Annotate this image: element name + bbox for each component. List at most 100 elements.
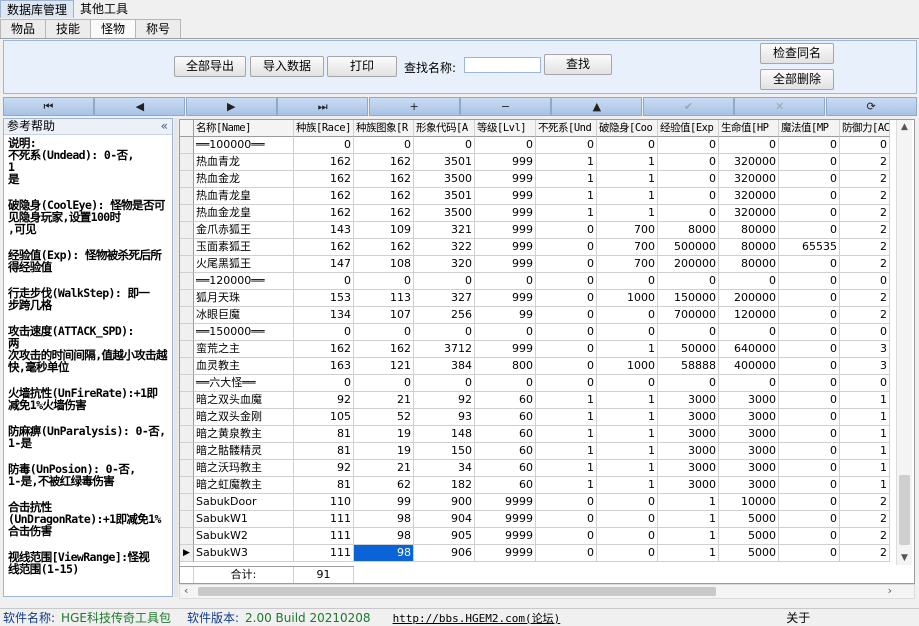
cell-appr[interactable]: 0 <box>414 324 475 341</box>
cell-mp[interactable]: 0 <box>779 341 840 358</box>
vertical-scrollbar[interactable]: ▲ ▼ <box>896 120 912 565</box>
tab-skills[interactable]: 技能 <box>45 19 92 38</box>
menu-other-tools[interactable]: 其他工具 <box>74 0 134 18</box>
cell-appr[interactable]: 0 <box>414 137 475 154</box>
cell-cooleye[interactable]: 700 <box>597 239 658 256</box>
cell-race-img[interactable]: 162 <box>354 239 414 256</box>
cell-hp[interactable]: 5000 <box>719 511 779 528</box>
table-row[interactable]: ▶ SabukW3 111 98 906 9999 0 0 1 5000 0 2 <box>180 545 890 562</box>
column-header-exp[interactable]: 经验值[Exp <box>658 120 719 137</box>
cell-race[interactable]: 162 <box>294 188 354 205</box>
cell-cooleye[interactable]: 0 <box>597 545 658 562</box>
cell-name[interactable]: ══100000══ <box>194 137 294 154</box>
table-row[interactable]: 冰眼巨魔 134 107 256 99 0 0 700000 120000 0 2 <box>180 307 890 324</box>
row-indicator[interactable] <box>180 494 194 511</box>
cell-cooleye[interactable]: 1000 <box>597 290 658 307</box>
cell-appr[interactable]: 3501 <box>414 188 475 205</box>
edit-record-icon[interactable]: ▲ <box>551 97 643 116</box>
cell-cooleye[interactable]: 1 <box>597 392 658 409</box>
cell-hp[interactable]: 120000 <box>719 307 779 324</box>
cell-lvl[interactable]: 999 <box>475 239 536 256</box>
table-row[interactable]: SabukW1 111 98 904 9999 0 0 1 5000 0 2 <box>180 511 890 528</box>
import-button[interactable]: 导入数据 <box>250 56 324 77</box>
table-row[interactable]: 热血金龙皇 162 162 3500 999 1 1 0 320000 0 2 <box>180 205 890 222</box>
cell-name[interactable]: ══120000══ <box>194 273 294 290</box>
column-header-hp[interactable]: 生命值[HP <box>719 120 779 137</box>
cell-lvl[interactable]: 999 <box>475 256 536 273</box>
cell-race[interactable]: 0 <box>294 324 354 341</box>
cell-lvl[interactable]: 0 <box>475 324 536 341</box>
cell-undead[interactable]: 0 <box>536 341 597 358</box>
cell-race[interactable]: 162 <box>294 205 354 222</box>
cell-cooleye[interactable]: 1 <box>597 443 658 460</box>
cancel-edit-icon[interactable]: ✕ <box>734 97 826 116</box>
tab-titles[interactable]: 称号 <box>135 19 182 38</box>
cell-race[interactable]: 92 <box>294 460 354 477</box>
cell-ac[interactable]: 2 <box>840 188 890 205</box>
cell-ac[interactable]: 2 <box>840 256 890 273</box>
cell-hp[interactable]: 3000 <box>719 392 779 409</box>
cell-ac[interactable]: 2 <box>840 528 890 545</box>
cell-undead[interactable]: 1 <box>536 205 597 222</box>
cell-race[interactable]: 162 <box>294 239 354 256</box>
cell-race-img[interactable]: 162 <box>354 205 414 222</box>
cell-mp[interactable]: 0 <box>779 273 840 290</box>
cell-appr[interactable]: 92 <box>414 392 475 409</box>
cell-hp[interactable]: 3000 <box>719 426 779 443</box>
cell-race-img[interactable]: 98 <box>354 511 414 528</box>
table-row[interactable]: 金爪赤狐王 143 109 321 999 0 700 8000 80000 0 2 <box>180 222 890 239</box>
cell-race[interactable]: 153 <box>294 290 354 307</box>
cell-ac[interactable]: 2 <box>840 307 890 324</box>
table-row[interactable]: 暗之虹魔教主 81 62 182 60 1 1 3000 3000 0 1 <box>180 477 890 494</box>
cell-lvl[interactable]: 999 <box>475 222 536 239</box>
cell-ac[interactable]: 3 <box>840 358 890 375</box>
cell-race[interactable]: 143 <box>294 222 354 239</box>
cell-lvl[interactable]: 999 <box>475 188 536 205</box>
table-row[interactable]: ══150000══ 0 0 0 0 0 0 0 0 0 0 <box>180 324 890 341</box>
cell-race[interactable]: 162 <box>294 171 354 188</box>
cell-race[interactable]: 0 <box>294 375 354 392</box>
cell-cooleye[interactable]: 1 <box>597 409 658 426</box>
cell-race-img[interactable]: 0 <box>354 137 414 154</box>
cell-exp[interactable]: 0 <box>658 324 719 341</box>
scroll-up-icon[interactable]: ▲ <box>897 120 912 134</box>
cell-cooleye[interactable]: 1 <box>597 154 658 171</box>
forum-link[interactable]: http://bbs.HGEM2.com(论坛) <box>390 610 564 626</box>
cell-mp[interactable]: 0 <box>779 137 840 154</box>
scroll-down-icon[interactable]: ▼ <box>897 551 912 565</box>
tab-monsters[interactable]: 怪物 <box>90 19 137 38</box>
cell-mp[interactable]: 65535 <box>779 239 840 256</box>
cell-mp[interactable]: 0 <box>779 545 840 562</box>
cell-name[interactable]: 暗之骷髅精灵 <box>194 443 294 460</box>
cell-hp[interactable]: 200000 <box>719 290 779 307</box>
row-indicator[interactable] <box>180 341 194 358</box>
cell-ac[interactable]: 1 <box>840 477 890 494</box>
cell-race-img[interactable]: 0 <box>354 273 414 290</box>
cell-undead[interactable]: 1 <box>536 154 597 171</box>
cell-appr[interactable]: 906 <box>414 545 475 562</box>
cell-race-img[interactable]: 19 <box>354 443 414 460</box>
cell-mp[interactable]: 0 <box>779 290 840 307</box>
cell-ac[interactable]: 0 <box>840 375 890 392</box>
cell-exp[interactable]: 200000 <box>658 256 719 273</box>
row-indicator[interactable] <box>180 205 194 222</box>
cell-name[interactable]: 金爪赤狐王 <box>194 222 294 239</box>
table-row[interactable]: 狐月天珠 153 113 327 999 0 1000 150000 200000 0 2 <box>180 290 890 307</box>
cell-hp[interactable]: 640000 <box>719 341 779 358</box>
cell-lvl[interactable]: 999 <box>475 205 536 222</box>
table-row[interactable]: 热血青龙 162 162 3501 999 1 1 0 320000 0 2 <box>180 154 890 171</box>
cell-name[interactable]: 热血金龙皇 <box>194 205 294 222</box>
cell-appr[interactable]: 0 <box>414 273 475 290</box>
cell-race-img[interactable]: 113 <box>354 290 414 307</box>
cell-mp[interactable]: 0 <box>779 392 840 409</box>
cell-name[interactable]: 玉面素狐王 <box>194 239 294 256</box>
cell-undead[interactable]: 1 <box>536 443 597 460</box>
refresh-icon[interactable]: ⟳ <box>825 97 917 116</box>
table-row[interactable]: 热血青龙皇 162 162 3501 999 1 1 0 320000 0 2 <box>180 188 890 205</box>
first-record-icon[interactable]: ⏮ <box>3 97 94 116</box>
cell-lvl[interactable]: 99 <box>475 307 536 324</box>
cell-race-img[interactable]: 109 <box>354 222 414 239</box>
cell-race[interactable]: 92 <box>294 392 354 409</box>
table-row[interactable]: ══120000══ 0 0 0 0 0 0 0 0 0 0 <box>180 273 890 290</box>
cell-name[interactable]: 暗之沃玛教主 <box>194 460 294 477</box>
